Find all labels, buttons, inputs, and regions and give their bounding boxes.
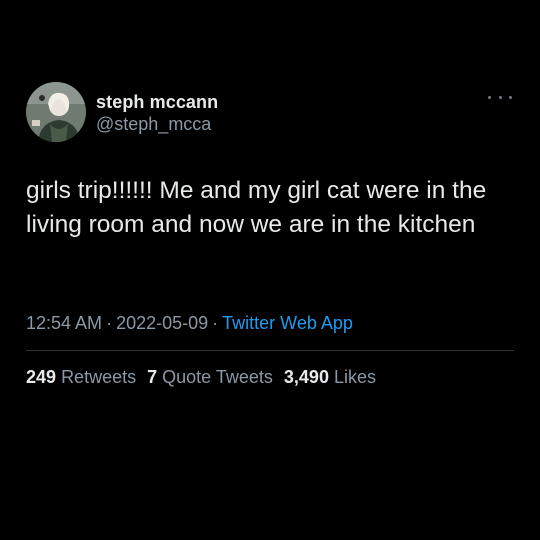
tweet-meta: 12:54 AM · 2022-05-09 · Twitter Web App	[26, 311, 353, 335]
likes-label: Likes	[333, 367, 376, 387]
tweet-header: steph mccann @steph_mcca	[26, 82, 514, 144]
author-names: steph mccann @steph_mcca	[96, 91, 218, 135]
tweet-source-link[interactable]: Twitter Web App	[222, 313, 353, 333]
meta-separator: ·	[212, 313, 219, 333]
tweet-stats: 249 Retweets 7 Quote Tweets 3,490 Likes	[26, 365, 382, 389]
retweets-count: 249	[26, 367, 57, 387]
divider	[26, 350, 514, 351]
retweets-stat[interactable]: 249 Retweets	[26, 365, 136, 389]
likes-stat[interactable]: 3,490 Likes	[284, 365, 376, 389]
more-dot	[509, 95, 512, 99]
tweet-text: girls trip!!!!!! Me and my girl cat were…	[26, 177, 494, 238]
tweet-time[interactable]: 12:54 AM	[26, 313, 102, 333]
display-name[interactable]: steph mccann	[96, 91, 218, 113]
quote-tweets-stat[interactable]: 7 Quote Tweets	[147, 365, 273, 389]
more-horizontal-icon[interactable]	[488, 90, 512, 104]
meta-separator: ·	[106, 313, 113, 333]
quote-tweets-count: 7	[147, 367, 158, 387]
quote-tweets-label: Quote Tweets	[162, 367, 273, 387]
tweet-date[interactable]: 2022-05-09	[116, 313, 208, 333]
tweet-card: steph mccann @steph_mcca girls trip!!!!!…	[26, 82, 514, 387]
more-dot	[498, 95, 502, 99]
retweets-label: Retweets	[61, 367, 137, 387]
likes-count: 3,490	[283, 367, 329, 387]
more-dot	[488, 95, 491, 99]
avatar[interactable]	[26, 82, 86, 142]
username-handle[interactable]: @steph_mcca	[96, 113, 218, 135]
